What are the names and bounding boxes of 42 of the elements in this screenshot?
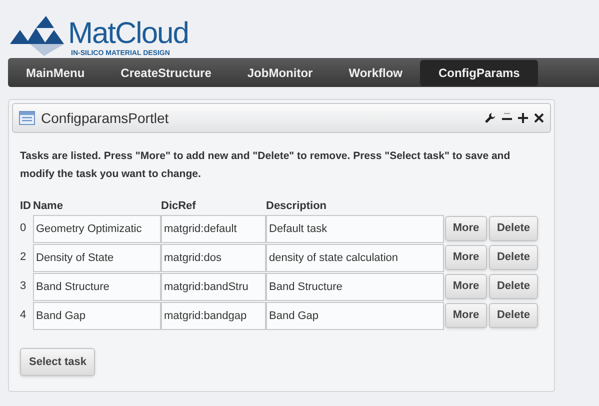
logo-icon: [10, 16, 66, 56]
wrench-icon[interactable]: [484, 112, 496, 124]
name-field[interactable]: Geometry Optimizatic: [33, 214, 161, 242]
more-button[interactable]: More: [445, 303, 487, 328]
nav-tab[interactable]: JobMonitor: [229, 60, 331, 86]
description-field[interactable]: Band Gap: [266, 302, 444, 330]
description-field[interactable]: Default task: [266, 214, 444, 242]
nav-tab[interactable]: MainMenu: [8, 60, 103, 86]
dicref-field[interactable]: matgrid:default: [161, 214, 266, 242]
name-field[interactable]: Band Structure: [33, 272, 161, 300]
id-cell-text: 3: [20, 279, 28, 294]
description-field[interactable]: Band Structure: [266, 272, 444, 300]
more-button[interactable]: More: [445, 245, 487, 270]
delete-button[interactable]: Delete: [489, 216, 538, 241]
description-field[interactable]: density of state calculation: [266, 244, 444, 272]
column-header: Name: [33, 198, 64, 214]
select-task-button[interactable]: Select task: [20, 348, 96, 376]
id-cell-text: 0: [20, 221, 28, 236]
nav-tab[interactable]: CreateStructure: [102, 60, 230, 86]
id-cell-text: 2: [20, 250, 28, 266]
portlet-title: ConfigparamsPortlet: [41, 108, 170, 128]
column-header: DicRef: [161, 198, 197, 214]
close-icon[interactable]: [534, 113, 544, 123]
id-cell-text: 4: [20, 308, 28, 324]
window-icon: [19, 111, 35, 125]
plus-icon[interactable]: [518, 113, 528, 123]
dicref-field[interactable]: matgrid:dos: [161, 244, 266, 272]
more-button[interactable]: More: [445, 274, 487, 299]
more-button[interactable]: More: [445, 216, 487, 241]
nav-tab[interactable]: ConfigParams: [420, 60, 538, 86]
dicref-field[interactable]: matgrid:bandStru: [161, 272, 266, 300]
intro-text: Tasks are listed. Press "More" to add new and "Delete" to remove. Press "Select task" to save and modify the task you want to change.: [20, 149, 512, 182]
name-field[interactable]: Band Gap: [33, 302, 161, 330]
delete-button[interactable]: Delete: [489, 303, 538, 328]
logo-title: MatCloud: [68, 19, 188, 49]
dicref-field[interactable]: matgrid:bandgap: [161, 302, 266, 330]
column-header: Description: [266, 198, 327, 214]
delete-button[interactable]: Delete: [489, 245, 538, 270]
nav-tab[interactable]: Workflow: [330, 60, 420, 86]
name-field[interactable]: Density of State: [33, 244, 161, 272]
delete-button[interactable]: Delete: [489, 274, 538, 299]
column-header: ID: [20, 198, 32, 214]
